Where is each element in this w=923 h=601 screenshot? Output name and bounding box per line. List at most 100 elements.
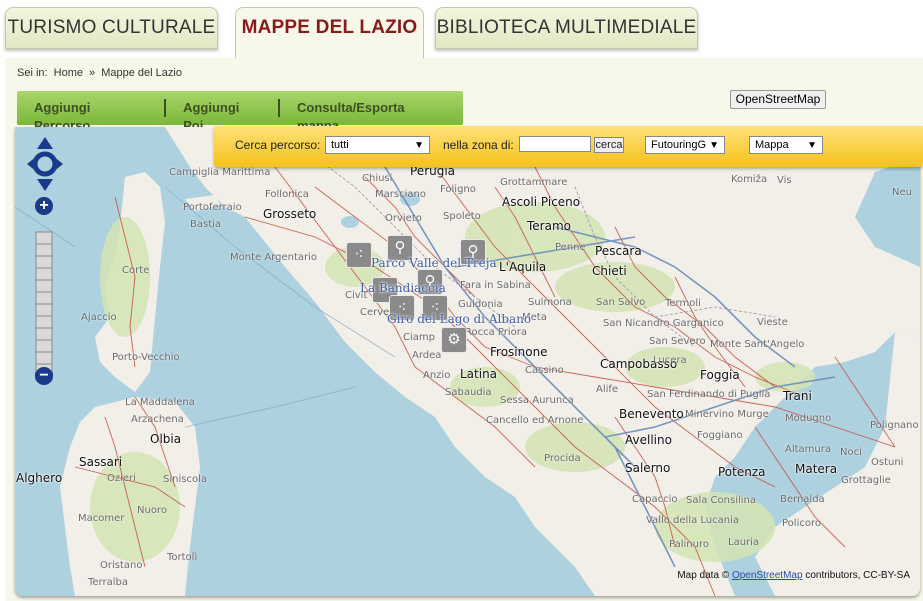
tab-mappe-del-lazio[interactable]: MAPPE DEL LAZIO bbox=[235, 7, 424, 60]
map-town-label: Porto-Vecchio bbox=[112, 352, 180, 363]
search-bar: Cerca percorso: tutti ▼ nella zona di: ce… bbox=[214, 126, 923, 167]
map-town-label: Foggiano bbox=[697, 430, 743, 441]
map-type-select[interactable]: Mappa ▼ bbox=[749, 136, 823, 154]
map-city-label: Olbia bbox=[150, 432, 182, 446]
main-tabs: TURISMO CULTURALE MAPPE DEL LAZIO BIBLIO… bbox=[0, 0, 923, 60]
map-town-label: Modugno bbox=[785, 413, 832, 424]
map-town-label: Ostuni bbox=[871, 457, 904, 468]
map-city-label: Sassari bbox=[79, 455, 123, 469]
map-city-label: Chieti bbox=[592, 264, 627, 278]
map-town-label: Oristano bbox=[100, 560, 143, 571]
map-town-label: San Nicandro Garganico bbox=[603, 318, 724, 329]
tab-biblioteca-multimediale[interactable]: BIBLIOTECA MULTIMEDIALE bbox=[435, 7, 698, 49]
map-town-label: Altamura bbox=[785, 444, 831, 455]
map-town-label: Terralba bbox=[88, 577, 128, 588]
chevron-down-icon: ▼ bbox=[414, 140, 424, 151]
route-label[interactable]: Parco Valle del Treja bbox=[371, 256, 497, 270]
map-town-label: Cerve bbox=[360, 307, 390, 318]
map-town-label: Siniscola bbox=[163, 474, 207, 485]
map-town-label: Sabaudia bbox=[445, 387, 492, 398]
map-town-label: Marsciano bbox=[375, 189, 426, 200]
zone-input[interactable] bbox=[519, 136, 591, 152]
map-town-label: Tortolì bbox=[167, 552, 198, 563]
map-town-label: Lauria bbox=[728, 537, 760, 548]
map-town-label: Cancello ed Arnone bbox=[486, 415, 584, 426]
map-town-label: Procida bbox=[544, 453, 581, 464]
map-city-label: Avellino bbox=[625, 433, 672, 447]
map-town-label: Arzachena bbox=[131, 414, 184, 425]
map-town-label: Policoro bbox=[782, 518, 821, 529]
map-town-label: San Salvo bbox=[596, 297, 646, 308]
map-town-label: Ardea bbox=[412, 350, 442, 361]
map-attribution: Map data © OpenStreetMap contributors, C… bbox=[677, 570, 910, 581]
route-label[interactable]: Giro del Lago di Albano bbox=[387, 312, 531, 326]
map-town-label: Guidonia bbox=[458, 299, 503, 310]
map-town-label: Ozieri bbox=[107, 473, 136, 484]
map-city-label: Frosinone bbox=[490, 345, 548, 359]
map-town-label: Grottammare bbox=[500, 177, 568, 188]
map-town-label: Rocca Priora bbox=[465, 327, 528, 338]
chevron-down-icon: ▼ bbox=[807, 140, 817, 151]
route-search-label: Cerca percorso: bbox=[235, 138, 321, 152]
add-route-button[interactable]: Aggiungi Percorso bbox=[17, 99, 164, 133]
map-city-label: L'Aquila bbox=[499, 260, 547, 274]
chevron-down-icon: ▼ bbox=[709, 140, 719, 151]
map-town-label: Spoleto bbox=[443, 211, 481, 222]
map-city-label: Salerno bbox=[625, 461, 671, 475]
map-town-label: Vis bbox=[777, 175, 792, 186]
breadcrumb-current: Mappe del Lazio bbox=[101, 67, 182, 79]
map-town-label: Minervino Murge bbox=[685, 409, 769, 420]
map-city-label: Teramo bbox=[527, 219, 571, 233]
map-city-label: Trani bbox=[783, 389, 812, 403]
search-button[interactable]: cerca bbox=[594, 137, 624, 153]
map-city-label: Ascoli Piceno bbox=[502, 195, 581, 209]
map-city-label: Pescara bbox=[595, 244, 642, 258]
breadcrumb-home-link[interactable]: Home bbox=[54, 67, 83, 79]
map-town-label: Monte Sant'Angelo bbox=[710, 339, 805, 350]
cycling-icon[interactable]: ⚙ bbox=[441, 327, 467, 353]
map-town-label: Ajaccio bbox=[81, 312, 117, 323]
add-poi-button[interactable]: Aggiungi Poi bbox=[166, 99, 278, 133]
map-city-label: Benevento bbox=[619, 407, 684, 421]
map-town-label: Vallo della Lucania bbox=[646, 515, 740, 526]
route-type-select[interactable]: tutti ▼ bbox=[325, 136, 430, 154]
zone-label: nella zona di: bbox=[443, 138, 514, 152]
map-town-label: Bernalda bbox=[780, 494, 825, 505]
map-town-label: Sessa Aurunca bbox=[500, 395, 574, 406]
export-map-button[interactable]: Consulta/Esporta mappa bbox=[280, 99, 463, 133]
openstreetmap-button[interactable]: OpenStreetMap bbox=[730, 90, 826, 109]
map-town-label: Bastia bbox=[190, 219, 222, 230]
tab-turismo-culturale[interactable]: TURISMO CULTURALE bbox=[5, 7, 218, 49]
map-view[interactable]: + − Perugia Grosseto Ascoli Piceno Teram… bbox=[15, 127, 920, 596]
map-town-label: Fara in Sabina bbox=[460, 280, 531, 291]
pan-control[interactable] bbox=[27, 137, 63, 191]
map-town-label: Orvieto bbox=[385, 213, 422, 224]
map-town-label: Palinuro bbox=[669, 539, 709, 550]
map-town-label: Capaccio bbox=[632, 494, 678, 505]
openstreetmap-link[interactable]: OpenStreetMap bbox=[732, 570, 803, 581]
map-town-label: Monte Argentario bbox=[230, 252, 318, 263]
map-town-label: Komiža bbox=[731, 174, 768, 185]
map-town-label: Nuoro bbox=[137, 505, 167, 516]
route-label[interactable]: La Bandiaccia bbox=[360, 281, 446, 295]
map-city-label: Matera bbox=[795, 462, 838, 476]
zoom-out-button[interactable]: − bbox=[35, 367, 53, 385]
map-town-label: Macomer bbox=[78, 513, 125, 524]
map-city-label: Alghero bbox=[16, 471, 63, 485]
layer-select[interactable]: FutouringG ▼ bbox=[645, 136, 725, 154]
map-town-label: Cassino bbox=[525, 365, 564, 376]
map-town-label: Lucera bbox=[653, 355, 687, 366]
breadcrumb-prefix: Sei in: bbox=[17, 67, 48, 79]
map-town-label: Penne bbox=[555, 242, 586, 253]
map-city-label: Grosseto bbox=[263, 207, 317, 221]
map-town-label: Portoferraio bbox=[183, 202, 242, 213]
map-town-label: Sulmona bbox=[528, 297, 572, 308]
map-city-label: Latina bbox=[460, 367, 498, 381]
map-town-label: Noci bbox=[840, 447, 862, 458]
map-town-label: Ciamp bbox=[403, 332, 435, 343]
map-city-label: Foggia bbox=[700, 368, 740, 382]
footprints-icon[interactable]: ⁖ bbox=[346, 242, 372, 268]
breadcrumb-separator: » bbox=[89, 67, 96, 79]
breadcrumb: Sei in: Home » Mappe del Lazio bbox=[17, 67, 185, 79]
map-town-label: Neu bbox=[892, 187, 912, 198]
